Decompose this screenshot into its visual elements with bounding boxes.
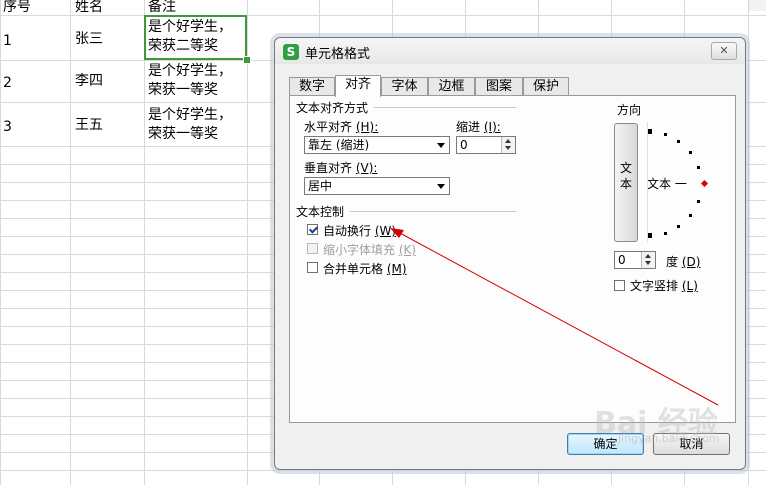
grid-col-line [247,0,248,485]
orientation-group-title: 方向 [617,103,642,117]
arrow-up-icon[interactable] [645,254,651,258]
arrow-up-icon[interactable] [505,139,511,143]
wrap-text-label[interactable]: 自动换行 (W) [323,222,396,239]
dialog-titlebar[interactable]: S 单元格格式 ✕ [275,38,745,64]
merge-cells-label[interactable]: 合并单元格 (M) [323,260,407,277]
shrink-to-fit-label: 缩小字体填充 (K) [323,243,417,257]
arrow-down-icon[interactable] [505,146,511,150]
indent-label: 缩进 (I): [456,120,501,134]
grid-col-line [70,0,71,485]
orientation-dial-border [647,122,718,243]
horizontal-align-value: 靠左 (缩进) [308,138,370,152]
stepper-buttons[interactable] [501,137,515,153]
wrap-text-checkbox[interactable] [307,224,318,235]
active-cell-selection [144,15,247,60]
tab-border[interactable]: 边框 [428,77,475,96]
header-cell-no[interactable]: 序号 [3,0,31,17]
degree-value: 0 [618,253,626,267]
wps-app-icon: S [283,44,299,60]
vertical-align-value: 居中 [308,179,333,193]
horizontal-align-label: 水平对齐 (H): [304,120,379,134]
scrollbar-corner[interactable] [748,0,766,11]
cell-row2-name[interactable]: 李四 [75,71,103,91]
tab-font[interactable]: 字体 [381,77,428,96]
degree-label: 度 (D) [666,255,701,269]
tab-alignment[interactable]: 对齐 [335,75,381,97]
group-divider [374,107,516,108]
dropdown-arrow-icon [437,143,445,148]
vertical-text-checkbox[interactable] [614,280,625,291]
cell-row1-no[interactable]: 1 [3,31,12,51]
vertical-align-select[interactable]: 居中 [304,177,450,195]
grid-row-line [0,15,766,16]
horizontal-align-select[interactable]: 靠左 (缩进) [304,136,450,154]
fill-handle[interactable] [243,56,251,64]
indent-stepper[interactable]: 0 [456,136,516,154]
dropdown-arrow-icon [437,184,445,189]
grid-row-line [0,470,766,471]
grid-col-line [748,0,749,485]
close-button[interactable]: ✕ [711,42,737,60]
cell-row2-note[interactable]: 是个好学生，荣获一等奖 [148,62,244,100]
vertical-text-orientation-button[interactable]: 文本 [614,123,638,242]
alignment-group-title: 文本对齐方式 [296,101,369,115]
stepper-buttons[interactable] [641,252,655,268]
header-cell-name[interactable]: 姓名 [75,0,103,17]
tab-protection[interactable]: 保护 [523,77,569,96]
vertical-align-label: 垂直对齐 (V): [304,161,378,175]
group-divider [350,211,516,212]
cell-row3-note[interactable]: 是个好学生，荣获一等奖 [148,106,244,144]
tab-number[interactable]: 数字 [289,77,335,96]
baidu-watermark-url: jingyan.baidu.com [618,432,720,445]
cell-row3-no[interactable]: 3 [3,117,12,137]
cell-row2-no[interactable]: 2 [3,73,12,93]
dialog-title: 单元格格式 [305,47,371,62]
merge-cells-checkbox[interactable] [307,262,318,273]
arrow-down-icon[interactable] [645,261,651,265]
cell-row3-name[interactable]: 王五 [75,115,103,135]
cell-row1-name[interactable]: 张三 [75,29,103,49]
alignment-panel: 文本对齐方式 水平对齐 (H): 靠左 (缩进) 缩进 (I): 0 垂直对齐 … [289,95,736,423]
vertical-text-label[interactable]: 文字竖排 (L) [630,277,698,294]
grid-col-line [144,0,145,485]
tab-pattern[interactable]: 图案 [475,77,523,96]
indent-value: 0 [460,138,468,152]
shrink-to-fit-checkbox[interactable] [307,243,318,254]
text-control-group-title: 文本控制 [296,205,345,219]
degree-stepper[interactable]: 0 [614,251,656,269]
